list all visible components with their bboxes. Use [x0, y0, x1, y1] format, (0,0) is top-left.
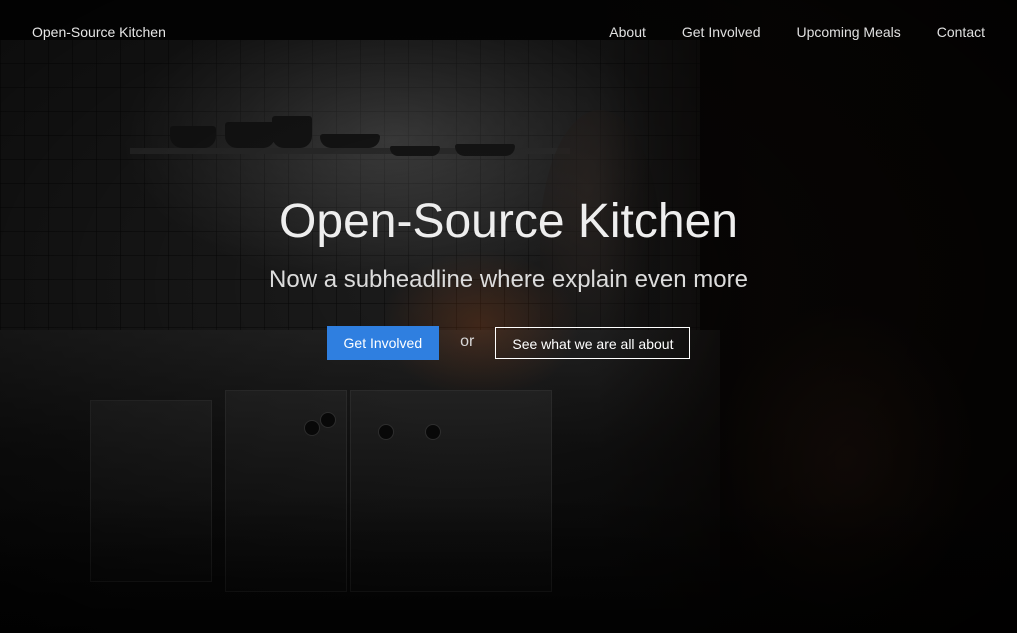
- see-about-button[interactable]: See what we are all about: [495, 327, 691, 359]
- top-navigation: Open-Source Kitchen About Get Involved U…: [0, 0, 1017, 64]
- hero-section: Open-Source Kitchen About Get Involved U…: [0, 0, 1017, 633]
- cta-separator: or: [460, 333, 475, 350]
- hero-title: Open-Source Kitchen: [279, 195, 738, 248]
- nav-links: About Get Involved Upcoming Meals Contac…: [609, 24, 985, 40]
- nav-link-upcoming-meals[interactable]: Upcoming Meals: [796, 24, 900, 40]
- nav-link-contact[interactable]: Contact: [937, 24, 985, 40]
- nav-link-about[interactable]: About: [609, 24, 646, 40]
- nav-link-get-involved[interactable]: Get Involved: [682, 24, 761, 40]
- brand-link[interactable]: Open-Source Kitchen: [32, 24, 166, 40]
- hero-content: Open-Source Kitchen Now a subheadline wh…: [0, 190, 1017, 360]
- get-involved-button[interactable]: Get Involved: [326, 326, 440, 360]
- cta-row: Get Involved or See what we are all abou…: [0, 326, 1017, 360]
- hero-subtitle: Now a subheadline where explain even mor…: [269, 266, 748, 293]
